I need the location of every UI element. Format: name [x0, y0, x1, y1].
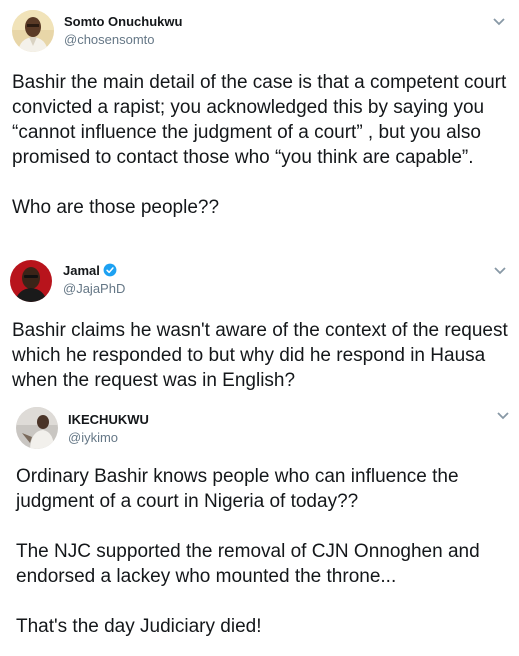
tweet-paragraph: Bashir claims he wasn't aware of the con… [12, 320, 508, 391]
author-name[interactable]: Jamal [63, 263, 117, 278]
chevron-down-icon[interactable] [496, 411, 510, 421]
tweet-text: Bashir the main detail of the case is th… [12, 70, 509, 220]
tweet-text: Ordinary Bashir knows people who can inf… [16, 464, 509, 639]
author-name-text: Jamal [63, 263, 100, 278]
author-handle[interactable]: @chosensomto [64, 32, 155, 47]
tweet-paragraph: Ordinary Bashir knows people who can inf… [16, 466, 459, 512]
tweet-text: Bashir claims he wasn't aware of the con… [12, 318, 509, 393]
author-name[interactable]: IKECHUKWU [68, 412, 149, 427]
tweet-paragraph: The NJC supported the removal of CJN Onn… [16, 541, 480, 587]
avatar[interactable] [10, 260, 52, 302]
tweet-paragraph: Who are those people?? [12, 197, 220, 218]
tweet-paragraph: That's the day Judiciary died! [16, 616, 262, 637]
verified-badge-icon [103, 263, 117, 277]
tweet-paragraph: Bashir the main detail of the case is th… [12, 72, 507, 168]
avatar[interactable] [12, 10, 54, 52]
chevron-down-icon[interactable] [492, 17, 506, 27]
author-name[interactable]: Somto Onuchukwu [64, 14, 182, 29]
tweet: IKECHUKWU @iykimo Ordinary Bashir knows … [0, 400, 519, 656]
avatar[interactable] [16, 407, 58, 449]
tweet: Jamal @JajaPhD Bashir claims he wasn't a… [0, 252, 519, 400]
author-handle[interactable]: @JajaPhD [63, 281, 125, 296]
author-handle[interactable]: @iykimo [68, 430, 118, 445]
chevron-down-icon[interactable] [493, 266, 507, 276]
tweet: Somto Onuchukwu @chosensomto Bashir the … [0, 0, 519, 252]
